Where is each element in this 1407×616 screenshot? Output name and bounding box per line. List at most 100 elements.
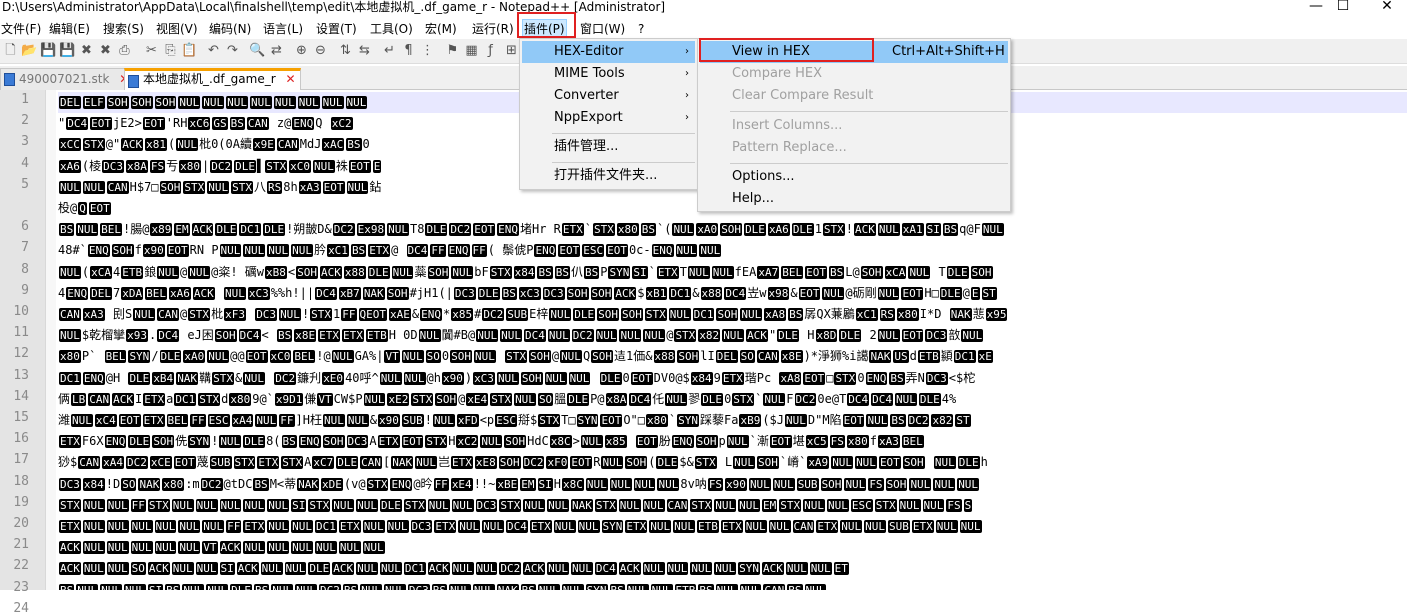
control-char-token: NUL [690,562,713,576]
close-all-icon[interactable]: ✖ [97,42,114,59]
text-line[interactable]: NUL(xCA 4 ETB 鋃 NUL @ NUL @粢! 礪w xB8 < SOH ACK x88 DL… [58,262,1407,283]
close-window-button[interactable]: ✕ [1364,0,1407,17]
function-list-icon[interactable]: ƒ [482,42,499,59]
paste-icon[interactable]: 📋 [181,42,198,59]
menu-item-open-plugins-folder[interactable]: 打开插件文件夹... [522,165,695,187]
menu-item-nppexport[interactable]: NppExport › [522,107,695,129]
indent-guide-icon[interactable]: ⋮ [419,42,436,59]
menu-help[interactable]: ? [637,19,645,39]
control-char-token: ENQ [497,223,519,237]
text-line[interactable]: x80 P` BEL SYN / DLE xA0 NUL @@ EOT xC0 BEL !@ NUL GA… [58,346,1407,367]
text-run: a [166,391,174,406]
menu-item-converter[interactable]: Converter › [522,85,695,107]
line-number: 14 [13,388,29,404]
menu-language[interactable]: 语言(L) [262,19,304,39]
menu-encoding[interactable]: 编码(N) [208,19,252,39]
show-all-chars-icon[interactable]: ¶ [400,42,417,59]
doc-map-icon[interactable]: ▦ [463,42,480,59]
cut-icon[interactable]: ✂ [143,42,160,59]
menu-item-insert-columns[interactable]: Insert Columns... [700,115,1008,137]
sync-vertical-icon[interactable]: ⇅ [337,42,354,59]
copy-icon[interactable]: ⎘ [162,42,179,59]
open-file-icon[interactable]: 📂 [21,42,38,59]
word-wrap-icon[interactable]: ↵ [381,42,398,59]
zoom-out-icon[interactable]: ⊖ [312,42,329,59]
control-char-token: SOH [902,456,925,470]
control-char-token: x85 [604,435,627,449]
close-file-icon[interactable]: ✖ [78,42,95,59]
tab-df-game-r[interactable]: 本地虚拟机_.df_game_r ✕ [124,68,301,90]
menu-settings[interactable]: 设置(T) [315,19,358,39]
control-char-token: xCA [884,265,907,279]
hex-editor-icon[interactable]: ⊞ [503,42,520,59]
menu-item-plugin-admin[interactable]: 插件管理... [522,136,695,158]
menu-item-view-in-hex[interactable]: View in HEX Ctrl+Alt+Shift+H [700,41,1008,63]
text-run: 翏 [688,391,701,406]
maximize-button[interactable]: ☐ [1320,0,1366,17]
menu-macro[interactable]: 宏(M) [424,19,458,39]
sync-horizontal-icon[interactable]: ⇆ [356,42,373,59]
menu-plugins[interactable]: 插件(P) [522,19,567,39]
menu-item-clear-compare-result[interactable]: Clear Compare Result [700,85,1008,107]
close-tab-icon[interactable]: ✕ [285,72,295,86]
text-line[interactable]: DC1 ENQ @H DLE xB4 NAK 鞲 STX & NUL DC2 鐮刋 xE0 40呼^ N… [58,368,1407,389]
text-line[interactable]: 猀$ CAN xA4 DC2 xCE EOT 蔑 SUB STX ETX STX AxC7 DLE CAN… [58,452,1407,473]
menu-item-hex-editor[interactable]: HEX-Editor › [522,41,695,63]
menu-item-compare-hex[interactable]: Compare HEX [700,63,1008,85]
text-line[interactable]: 4 ENQ DEL 7 xDA BEL xA6 ACK NUL xC3 %%h!|| DC4 xB7 N… [58,283,1407,304]
undo-icon[interactable]: ↶ [205,42,222,59]
menu-edit[interactable]: 编辑(E) [48,19,91,39]
text-line[interactable]: ETX NUL NUL NUL NUL NUL NUL FF ETX NUL NUL DC1 ETX NU… [58,516,1407,537]
text-line[interactable]: DC3 x84 !D SO NAK x80:m DC2 @tDC BS M<蒂 NAK xDE (v@ S… [58,474,1407,495]
save-icon[interactable]: 💾 [40,42,57,59]
replace-icon[interactable]: ⇄ [268,42,285,59]
text-line[interactable]: CAN xA3 刡S NUL CAN @ STX 枇 xF3 DC3 NUL! STX 1 FF QEO… [58,304,1407,325]
text-line[interactable]: BSNULNULNULSIBSNULNULDLEBSNULNULDC2BSNUL… [58,580,1407,590]
control-char-token: NAK [297,477,320,491]
menu-view[interactable]: 视图(V) [155,19,199,39]
text-line[interactable]: 48#` ENQ SOH f x90 EOT RN P NUL NUL NUL NUL 肣 xC1 BS E… [58,240,1407,261]
control-char-token: DC4 [523,329,546,343]
menu-search[interactable]: 搜索(S) [102,19,145,39]
menu-file[interactable]: 文件(F) [0,19,42,39]
redo-icon[interactable]: ↷ [224,42,241,59]
menu-item-mime-tools[interactable]: MIME Tools › [522,63,695,85]
control-char-token: xE8 [474,456,497,470]
control-char-token: SUB [888,520,910,533]
control-char-token: NUL [547,329,570,343]
lang-icon[interactable]: ⚑ [444,42,461,59]
menu-run[interactable]: 运行(R) [471,19,515,39]
text-line[interactable]: ACK NUL NUL SO ACK NUL NUL SI ACK NUL NUL DLE ACK NUL… [58,558,1407,579]
control-char-token: BEL [145,286,167,300]
control-char-token: NUL [226,96,248,109]
print-icon[interactable]: ⎙ [116,42,133,59]
menu-item-help[interactable]: Help... [700,188,1008,210]
tab-stk-file[interactable]: 490007021.stk ✕ [0,68,135,90]
control-char-token: BS [788,308,804,321]
text-line[interactable]: ETX F6X ENQ DLE SOH 侁 SYN! NUL DLE 8(BS ENQ SOH DC3 A… [58,431,1407,452]
text-run: & [411,307,420,321]
find-icon[interactable]: 🔍 [249,42,266,59]
control-char-token: x90 [377,414,400,427]
zoom-in-icon[interactable]: ⊕ [293,42,310,59]
line-number: 22 [13,558,29,574]
text-line[interactable]: STX NUL NUL FF STX NUL NUL NUL NUL NUL SI STX NUL NUL… [58,495,1407,516]
control-char-token: STX [644,308,667,321]
text-run: 仈 [570,264,583,279]
menu-tools[interactable]: 工具(O) [369,19,414,39]
text-line[interactable]: BS NUL BEL !腸@ x89 EM ACK DLE DC1 DLE !朔皵D& DC2 Ex98… [58,219,1407,240]
control-char-token: NUL [711,265,734,279]
control-char-token: xC6 [188,117,211,131]
text-line[interactable]: NUL $乾榴攣 x93. DC4 eJ困 SOH DC4 < BS x8E ETX ETX ETB… [58,325,1407,346]
text-line[interactable]: ACK NUL NUL NUL NUL NUL VT ACK NUL NUL NUL NUL NUL NU… [58,537,1407,558]
control-char-token: NUL [219,244,242,258]
line-number: 23 [13,579,29,595]
control-char-token: NUL [100,583,122,590]
menu-window[interactable]: 窗口(W) [579,19,626,39]
menu-item-options[interactable]: Options... [700,166,1008,188]
menu-item-pattern-replace[interactable]: Pattern Replace... [700,137,1008,159]
new-file-icon[interactable]: 🗋 [2,42,19,59]
text-line[interactable]: 俩 LB CAN ACK I ETX a DC1 STX d x80 9@` x9D1 傔 VT CW$P NU… [58,389,1407,410]
text-line[interactable]: 潍 NUL xC4 EOT ETX BEL FF ESC xA4 NUL FF]H枉 NUL NUL & x… [58,410,1407,431]
save-all-icon[interactable]: 💾 [59,42,76,59]
